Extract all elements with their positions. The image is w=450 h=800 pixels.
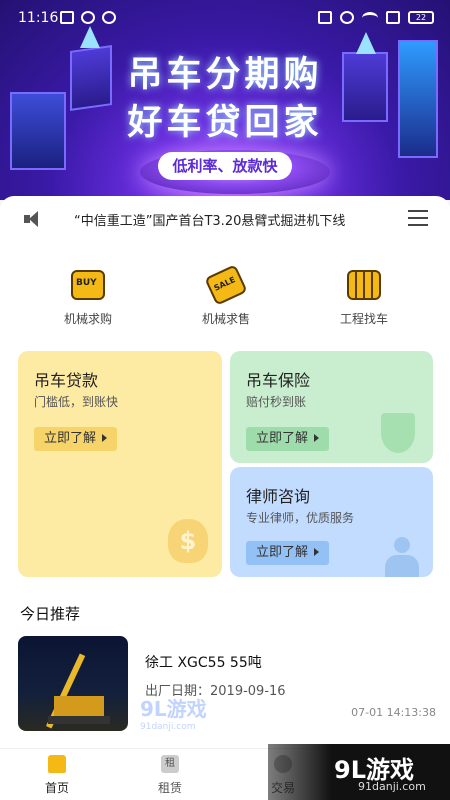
cloud-icon	[81, 11, 95, 24]
card-subtitle: 门槛低，到账快	[34, 395, 119, 409]
list-menu-icon[interactable]	[408, 210, 428, 226]
watermark-logo: 9L游戏 91danji.com	[140, 697, 207, 732]
lawyer-icon	[383, 537, 421, 577]
battery-icon: 22	[408, 11, 434, 24]
vibrate-icon	[318, 11, 332, 24]
money-bag-icon: $	[168, 519, 208, 563]
news-headline[interactable]: “中信重工造”国产首台T3.20悬臂式掘进机下线	[74, 210, 345, 229]
insurance-card[interactable]: 吊车保险 赔付秒到账 立即了解	[230, 351, 433, 463]
news-ticker[interactable]: “中信重工造”国产首台T3.20悬臂式掘进机下线	[0, 196, 450, 242]
card-subtitle: 专业律师，优质服务	[246, 511, 355, 525]
quick-action-sell[interactable]: SALE 机械求售	[181, 264, 271, 327]
item-timestamp: 07-01 14:13:38	[351, 706, 436, 719]
lawyer-card[interactable]: 律师咨询 专业律师，优质服务 立即了解	[230, 467, 433, 577]
banner-title: 吊车分期购	[127, 55, 323, 95]
tab-label: 首页	[44, 781, 69, 795]
buy-icon: BUY	[71, 270, 105, 300]
tab-home[interactable]: 首页	[27, 755, 87, 796]
speaker-icon	[24, 211, 40, 227]
learn-more-button[interactable]: 立即了解	[34, 427, 118, 451]
promo-banner[interactable]: 11:16 22 吊车分期购 好车贷回家 低利率、放款快	[0, 0, 450, 200]
card-title: 律师咨询	[246, 487, 311, 506]
shield-icon	[381, 413, 415, 453]
loan-card[interactable]: 吊车贷款 门槛低，到账快 立即了解 $	[18, 351, 222, 577]
crane-thumbnail	[18, 636, 128, 731]
notification-icon	[60, 11, 74, 24]
tab-rental[interactable]: 租 租赁	[140, 755, 200, 796]
banner-tag: 低利率、放款快	[158, 152, 292, 180]
quick-action-find-vehicle[interactable]: 工程找车	[319, 270, 409, 327]
item-title: 徐工 XGC55 55吨	[145, 655, 262, 671]
wifi-icon	[362, 11, 378, 24]
signal-icon	[386, 11, 400, 24]
quick-action-label: 机械求购	[63, 312, 112, 326]
watermark-corner: 9L游戏 91danji.com	[268, 744, 450, 800]
status-bar: 11:16 22	[0, 0, 450, 36]
engineering-icon	[347, 270, 381, 300]
card-subtitle: 赔付秒到账	[246, 395, 307, 409]
rental-icon: 租	[161, 755, 179, 773]
learn-more-button[interactable]: 立即了解	[246, 427, 330, 451]
quick-action-label: 工程找车	[339, 312, 388, 326]
home-icon	[48, 755, 66, 773]
recommend-section-title: 今日推荐	[20, 605, 81, 623]
alarm-icon	[340, 11, 354, 24]
tab-label: 租赁	[157, 781, 182, 795]
learn-more-button[interactable]: 立即了解	[246, 541, 330, 565]
quick-action-label: 机械求售	[201, 312, 250, 326]
crystal-decoration	[80, 26, 100, 48]
check-icon	[102, 11, 116, 24]
banner-subtitle: 好车贷回家	[127, 103, 323, 143]
status-time: 11:16	[18, 10, 59, 26]
card-title: 吊车保险	[246, 371, 311, 390]
quick-action-buy[interactable]: BUY 机械求购	[43, 270, 133, 327]
sale-icon: SALE	[204, 264, 248, 306]
card-title: 吊车贷款	[34, 371, 99, 390]
